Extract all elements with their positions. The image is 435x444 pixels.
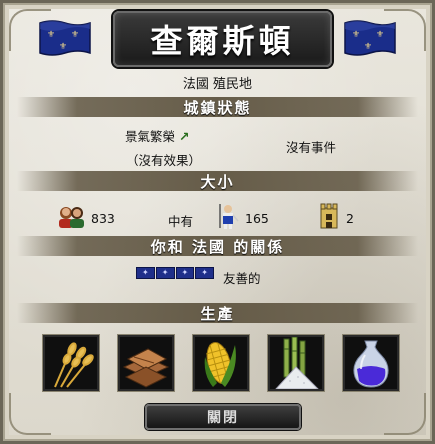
production-item-corn[interactable] — [193, 335, 249, 391]
section-header-town-status: 城鎮狀態 — [17, 97, 418, 117]
svg-text:⚜: ⚜ — [71, 30, 79, 40]
trend-up-arrow-icon: ↗ — [179, 129, 190, 144]
frame-corner-ornament — [384, 393, 426, 435]
town-size-label: 中有 — [168, 214, 194, 229]
potion-icon — [345, 337, 397, 389]
svg-text:⚜: ⚜ — [376, 30, 384, 40]
france-flag-icon: ⚜ ⚜ ⚜ — [39, 20, 91, 56]
france-flag-icon: ⚜ ⚜ ⚜ — [344, 20, 396, 56]
relation-attitude: 友善的 — [223, 271, 261, 286]
svg-text:⚜: ⚜ — [47, 30, 55, 40]
section-header-production: 生產 — [17, 303, 418, 323]
title-banner: 查爾斯頓 — [113, 11, 332, 67]
sugarcane-icon — [270, 337, 322, 389]
close-button[interactable]: 關閉 — [145, 404, 301, 430]
lumber-icon — [120, 337, 172, 389]
relation-level-meter: ✦ ✦ ✦ ✦ — [136, 267, 214, 279]
prosperity-effect: （沒有效果） — [126, 153, 202, 168]
wheat-icon — [45, 337, 97, 389]
frame-corner-ornament — [9, 393, 51, 435]
colony-owner: 法國 殖民地 — [182, 77, 253, 92]
population-count: 833 — [91, 211, 115, 226]
production-item-potion[interactable] — [343, 335, 399, 391]
prosperity-status: 景氣繁榮 ↗ — [125, 129, 190, 144]
svg-text:⚜: ⚜ — [364, 42, 372, 52]
town-info-dialog: ⚜ ⚜ ⚜ ⚜ ⚜ ⚜ 查爾斯頓 法國 殖民地 城鎮狀態 景氣繁榮 ↗ （沒有效果） 沒… — [0, 0, 435, 444]
building-count: 2 — [346, 211, 354, 226]
corn-icon — [195, 337, 247, 389]
soldier-count: 165 — [245, 211, 269, 226]
relation-star-icon: ✦ — [175, 267, 195, 279]
relation-star-icon: ✦ — [155, 267, 175, 279]
soldier-icon — [219, 204, 239, 229]
section-header-size: 大小 — [17, 171, 418, 191]
event-status: 沒有事件 — [286, 140, 337, 155]
town-name: 查爾斯頓 — [150, 22, 295, 60]
fort-tower-icon — [320, 203, 338, 229]
production-item-sugar[interactable] — [268, 335, 324, 391]
relation-star-icon: ✦ — [136, 267, 155, 279]
section-header-relations: 你和 法國 的關係 — [17, 236, 418, 256]
production-item-lumber[interactable] — [118, 335, 174, 391]
production-item-wheat[interactable] — [43, 335, 99, 391]
svg-text:⚜: ⚜ — [352, 30, 360, 40]
population-icon — [59, 207, 84, 228]
relation-star-icon: ✦ — [195, 267, 214, 279]
svg-text:⚜: ⚜ — [59, 42, 67, 52]
